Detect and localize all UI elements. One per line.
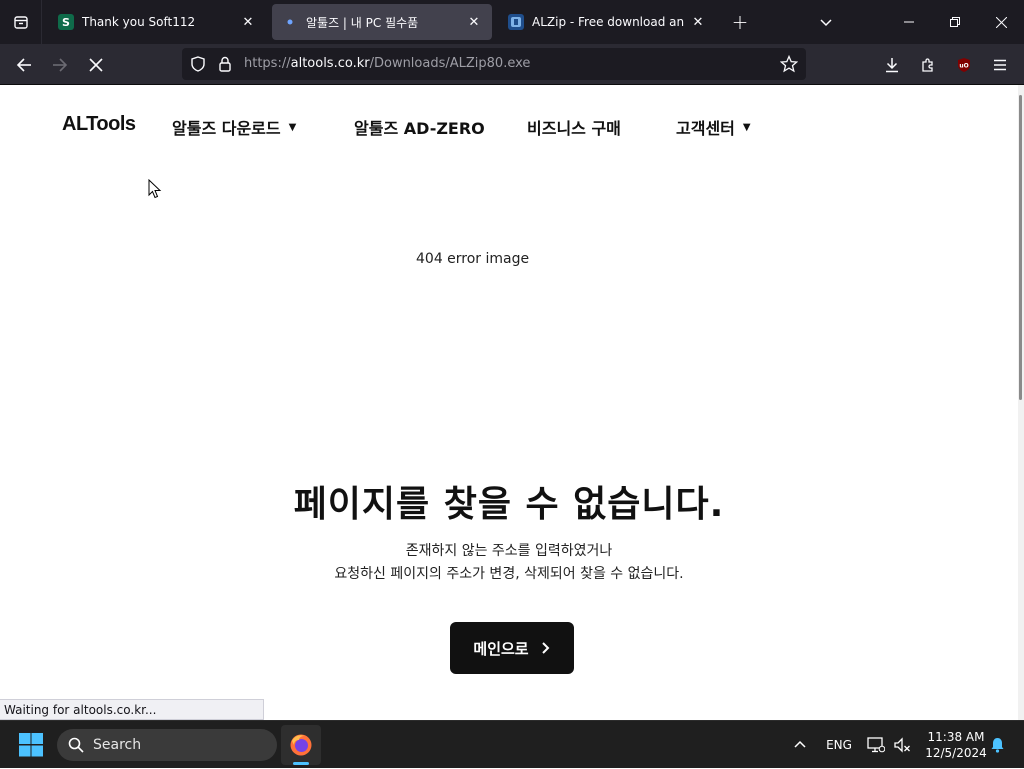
page-scrollbar[interactable] [1018, 85, 1024, 720]
show-hidden-icons-button[interactable] [788, 721, 812, 769]
clock-time: 11:38 AM [927, 730, 985, 744]
menu-ad-zero[interactable]: 알툴즈 AD-ZERO [354, 115, 485, 139]
chevron-up-icon [794, 740, 806, 748]
close-tab-icon[interactable]: ✕ [240, 14, 256, 30]
stop-icon [89, 58, 103, 72]
arrow-left-icon [16, 58, 31, 72]
new-tab-button[interactable]: + [728, 10, 752, 34]
active-app-indicator [293, 762, 309, 765]
download-icon [886, 58, 898, 73]
loading-favicon-icon [282, 14, 298, 30]
windows-logo-icon [19, 733, 43, 757]
network-status-button[interactable] [864, 721, 888, 769]
app-menu-button[interactable] [985, 50, 1015, 80]
close-icon [995, 16, 1007, 28]
error-desc-line: 존재하지 않는 주소를 입력하였거나 [405, 543, 613, 559]
tracking-protection-shield-icon[interactable] [190, 56, 206, 76]
menu-label: 알툴즈 AD-ZERO [354, 119, 485, 138]
tab-soft112[interactable]: S Thank you Soft112 ✕ [48, 4, 266, 40]
navigation-toolbar: https://altools.co.kr/Downloads/ALZip80.… [0, 44, 1024, 85]
taskbar-search[interactable]: Search [57, 729, 277, 761]
restore-button[interactable] [932, 0, 978, 44]
close-window-button[interactable] [978, 0, 1024, 44]
url-prefix: https:// [244, 56, 291, 71]
menu-label: 비즈니스 구매 [527, 119, 621, 138]
tab-title: Thank you Soft112 [82, 15, 196, 29]
bell-icon [991, 738, 1003, 753]
stop-button[interactable] [81, 50, 111, 80]
search-icon [68, 737, 84, 753]
mouse-cursor-icon [148, 179, 162, 199]
search-placeholder: Search [93, 737, 142, 753]
menu-label: 고객센터 [676, 119, 735, 138]
hamburger-menu-icon [994, 59, 1006, 71]
network-monitor-icon [867, 737, 885, 753]
error-description: 존재하지 않는 주소를 입력하였거나 요청하신 페이지의 주소가 변경, 삭제되… [0, 540, 1018, 586]
address-bar[interactable]: https://altools.co.kr/Downloads/ALZip80.… [182, 48, 806, 80]
svg-text:uO: uO [959, 63, 968, 70]
menu-business-purchase[interactable]: 비즈니스 구매 [527, 115, 621, 139]
menu-customer-center[interactable]: 고객센터 ▼ [676, 115, 751, 139]
tab-list-icon [13, 16, 28, 29]
downloads-button[interactable] [877, 50, 907, 80]
button-label: 메인으로 [473, 639, 529, 658]
caret-down-icon: ▼ [742, 121, 751, 133]
tab-title: 알툴즈 | 내 PC 필수품 [306, 15, 419, 30]
error-desc-line: 요청하신 페이지의 주소가 변경, 삭제되어 찾을 수 없습니다. [334, 566, 684, 582]
speaker-muted-icon [894, 737, 910, 753]
chevron-right-icon [541, 642, 550, 654]
caret-down-icon: ▼ [288, 121, 297, 133]
error-title: 페이지를 찾을 수 없습니다. [293, 484, 725, 525]
status-bar-text: Waiting for altools.co.kr... [0, 699, 264, 720]
forward-button[interactable] [45, 50, 75, 80]
alzip-favicon-icon [508, 14, 524, 30]
taskbar-clock[interactable]: 11:38 AM 12/5/2024 [920, 729, 992, 761]
puzzle-icon [922, 58, 933, 72]
arrow-right-icon [53, 58, 68, 72]
tab-altools[interactable]: 알툴즈 | 내 PC 필수품 ✕ [272, 4, 492, 40]
firefox-taskbar-app[interactable] [281, 725, 321, 765]
back-button[interactable] [9, 50, 39, 80]
extensions-button[interactable] [913, 50, 943, 80]
menu-altools-download[interactable]: 알툴즈 다운로드 ▼ [172, 115, 296, 139]
windows-taskbar: Search ENG 11:38 AM 12/5/2024 [0, 720, 1024, 768]
minimize-icon [904, 21, 914, 23]
tab-title: ALZip - Free download and inst [532, 15, 684, 29]
tab-list-button[interactable] [0, 0, 42, 44]
list-all-tabs-button[interactable] [814, 10, 838, 34]
go-main-button[interactable]: 메인으로 [450, 622, 574, 674]
close-tab-icon[interactable]: ✕ [466, 14, 482, 30]
ublock-origin-icon: uO [958, 58, 970, 72]
url-path: /Downloads/ALZip80.exe [369, 56, 531, 71]
scrollbar-thumb[interactable] [1019, 95, 1022, 400]
error-image-alt-text: 404 error image [416, 251, 530, 267]
url-domain: altools.co.kr [290, 56, 370, 71]
start-button[interactable] [18, 733, 44, 757]
chevron-down-icon [820, 19, 832, 27]
menu-label: 알툴즈 다운로드 [172, 119, 281, 138]
clock-date: 12/5/2024 [925, 746, 987, 760]
ublock-extension-button[interactable]: uO [949, 50, 979, 80]
notifications-button[interactable] [986, 721, 1008, 769]
firefox-icon [290, 734, 312, 756]
volume-button[interactable] [890, 721, 914, 769]
minimize-button[interactable] [886, 0, 932, 44]
restore-icon [950, 17, 960, 27]
plus-icon: + [731, 10, 749, 34]
lock-icon[interactable] [218, 56, 232, 76]
tab-bar: S Thank you Soft112 ✕ 알툴즈 | 내 PC 필수품 ✕ A… [0, 0, 1024, 44]
close-tab-icon[interactable]: ✕ [690, 14, 706, 30]
tab-alzip[interactable]: ALZip - Free download and inst ✕ [498, 4, 716, 40]
bookmark-star-icon[interactable] [779, 54, 799, 77]
soft112-favicon-icon: S [58, 14, 74, 30]
language-indicator[interactable]: ENG [822, 721, 856, 769]
altools-logo[interactable]: ALTools [62, 113, 136, 136]
url-text[interactable]: https://altools.co.kr/Downloads/ALZip80.… [244, 56, 530, 71]
